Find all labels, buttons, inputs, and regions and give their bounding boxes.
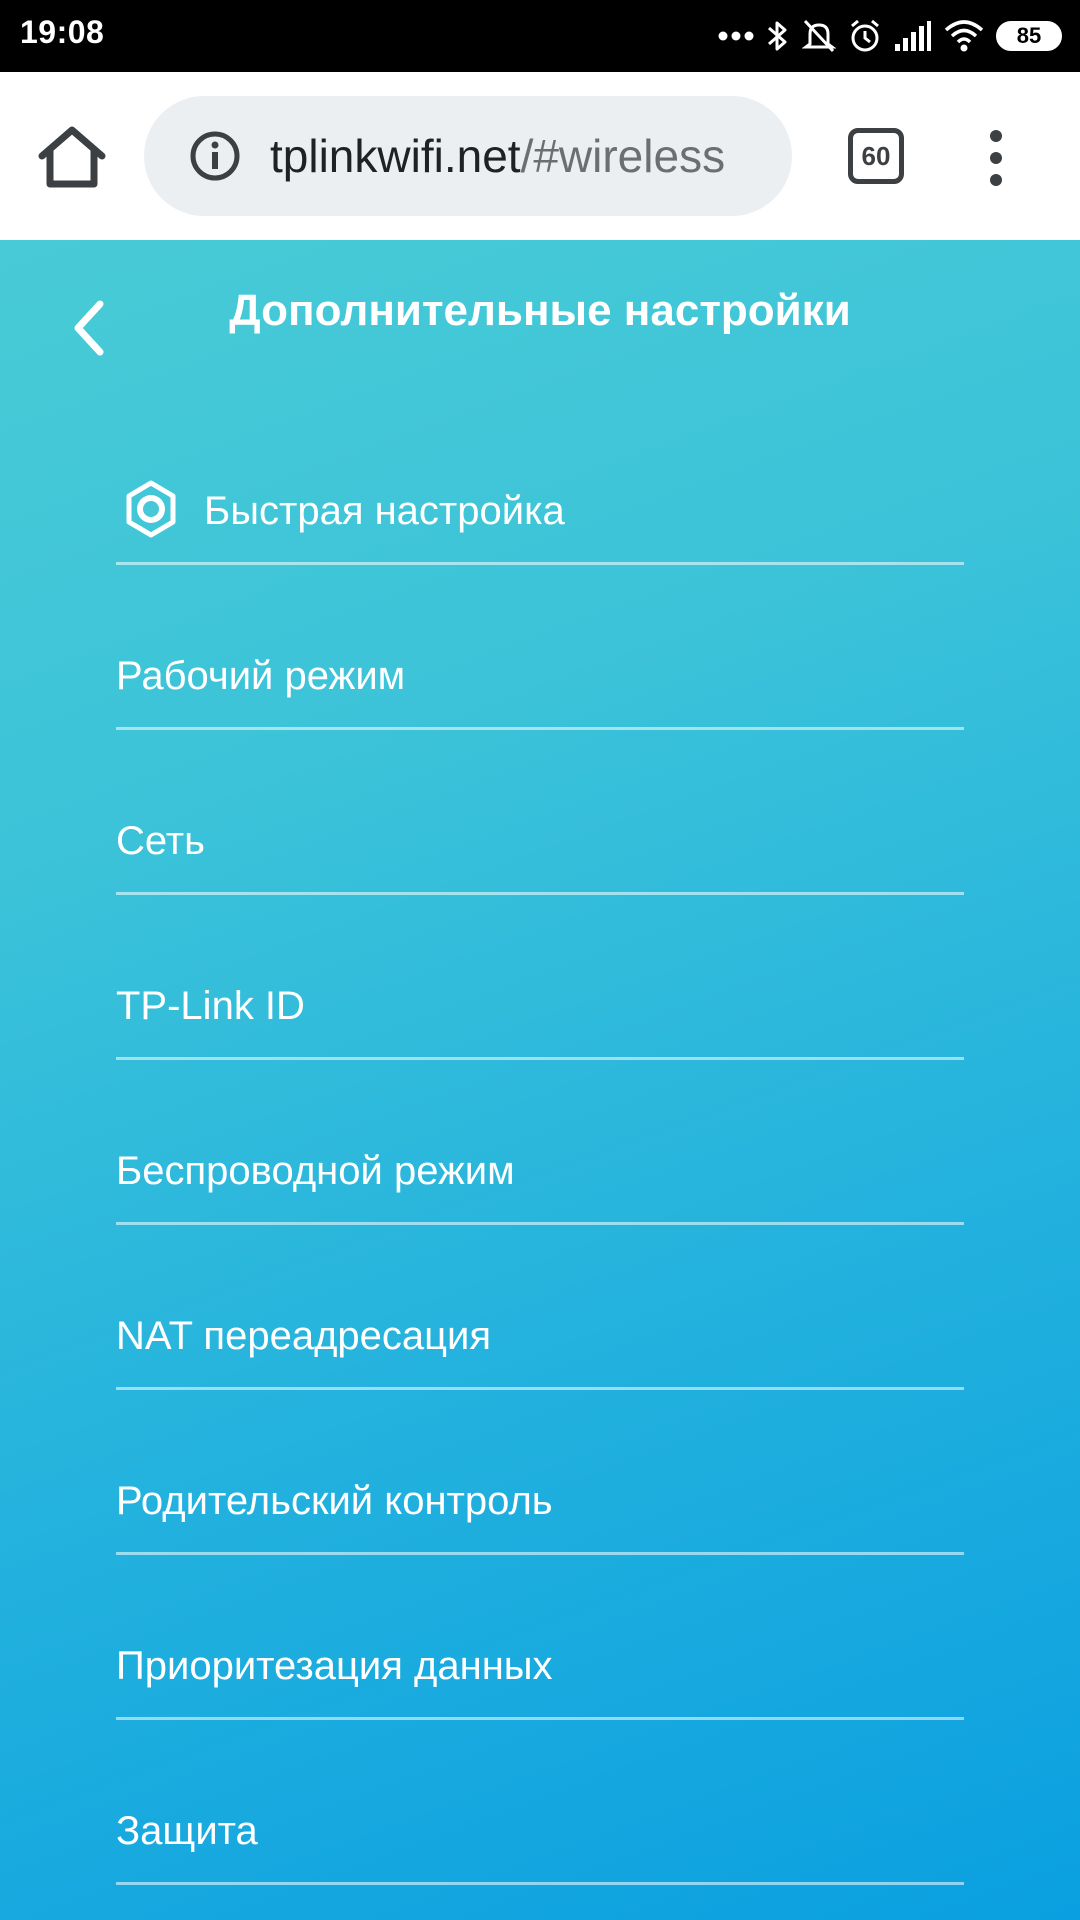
more-notifications-icon (718, 31, 754, 41)
overflow-menu-button[interactable] (976, 128, 1016, 188)
home-icon (38, 126, 106, 188)
status-bar: 19:08 85 (0, 0, 1080, 72)
wifi-icon (944, 20, 984, 52)
menu-item-qos[interactable]: Приоритезация данных (116, 1555, 964, 1720)
battery-indicator: 85 (996, 21, 1062, 51)
page-title: Дополнительные настройки (229, 286, 851, 335)
menu-item-quick-setup[interactable]: Быстрая настройка (116, 400, 964, 565)
menu-item-label: Быстрая настройка (204, 489, 565, 533)
menu-item-label: TP-Link ID (116, 984, 305, 1028)
menu-item-label: Беспроводной режим (116, 1149, 515, 1193)
browser-toolbar: tplinkwifi.net/#wireless 60 (0, 72, 1080, 240)
battery-level: 85 (1016, 23, 1042, 48)
menu-item-wireless[interactable]: Беспроводной режим (116, 1060, 964, 1225)
signal-icon (895, 21, 931, 51)
url-path: /#wireless (520, 130, 726, 182)
status-icons: 85 (718, 14, 1062, 58)
advanced-settings-screen: Дополнительные настройки Быстрая настрой… (0, 240, 1080, 1920)
menu-item-tplink-id[interactable]: TP-Link ID (116, 895, 964, 1060)
gear-icon (126, 480, 176, 538)
more-vert-icon (990, 130, 1002, 186)
info-icon[interactable] (188, 129, 242, 183)
tab-switcher-button[interactable]: 60 (848, 128, 904, 184)
menu-item-operation-mode[interactable]: Рабочий режим (116, 565, 964, 730)
tab-count: 60 (861, 140, 891, 171)
url-host: tplinkwifi.net (270, 130, 521, 182)
alarm-icon (851, 19, 879, 52)
menu-item-network[interactable]: Сеть (116, 730, 964, 895)
menu-item-label: Рабочий режим (116, 654, 406, 698)
menu-item-parental-controls[interactable]: Родительский контроль (116, 1390, 964, 1555)
status-time: 19:08 (20, 14, 105, 50)
home-button[interactable] (32, 122, 112, 192)
mute-bell-icon (802, 19, 836, 53)
bluetooth-icon (768, 21, 787, 51)
address-bar[interactable]: tplinkwifi.net/#wireless (144, 96, 792, 216)
menu-item-label: Сеть (116, 819, 205, 863)
menu-item-security[interactable]: Защита (116, 1720, 964, 1885)
menu-item-label: Родительский контроль (116, 1479, 553, 1523)
settings-menu: Быстрая настройка Рабочий режим Сеть TP-… (116, 400, 964, 1885)
menu-item-nat-forwarding[interactable]: NAT переадресация (116, 1225, 964, 1390)
menu-item-label: Приоритезация данных (116, 1644, 553, 1688)
menu-item-label: NAT переадресация (116, 1314, 492, 1358)
menu-item-label: Защита (116, 1809, 258, 1853)
url-text[interactable]: tplinkwifi.net/#wireless (270, 126, 770, 186)
